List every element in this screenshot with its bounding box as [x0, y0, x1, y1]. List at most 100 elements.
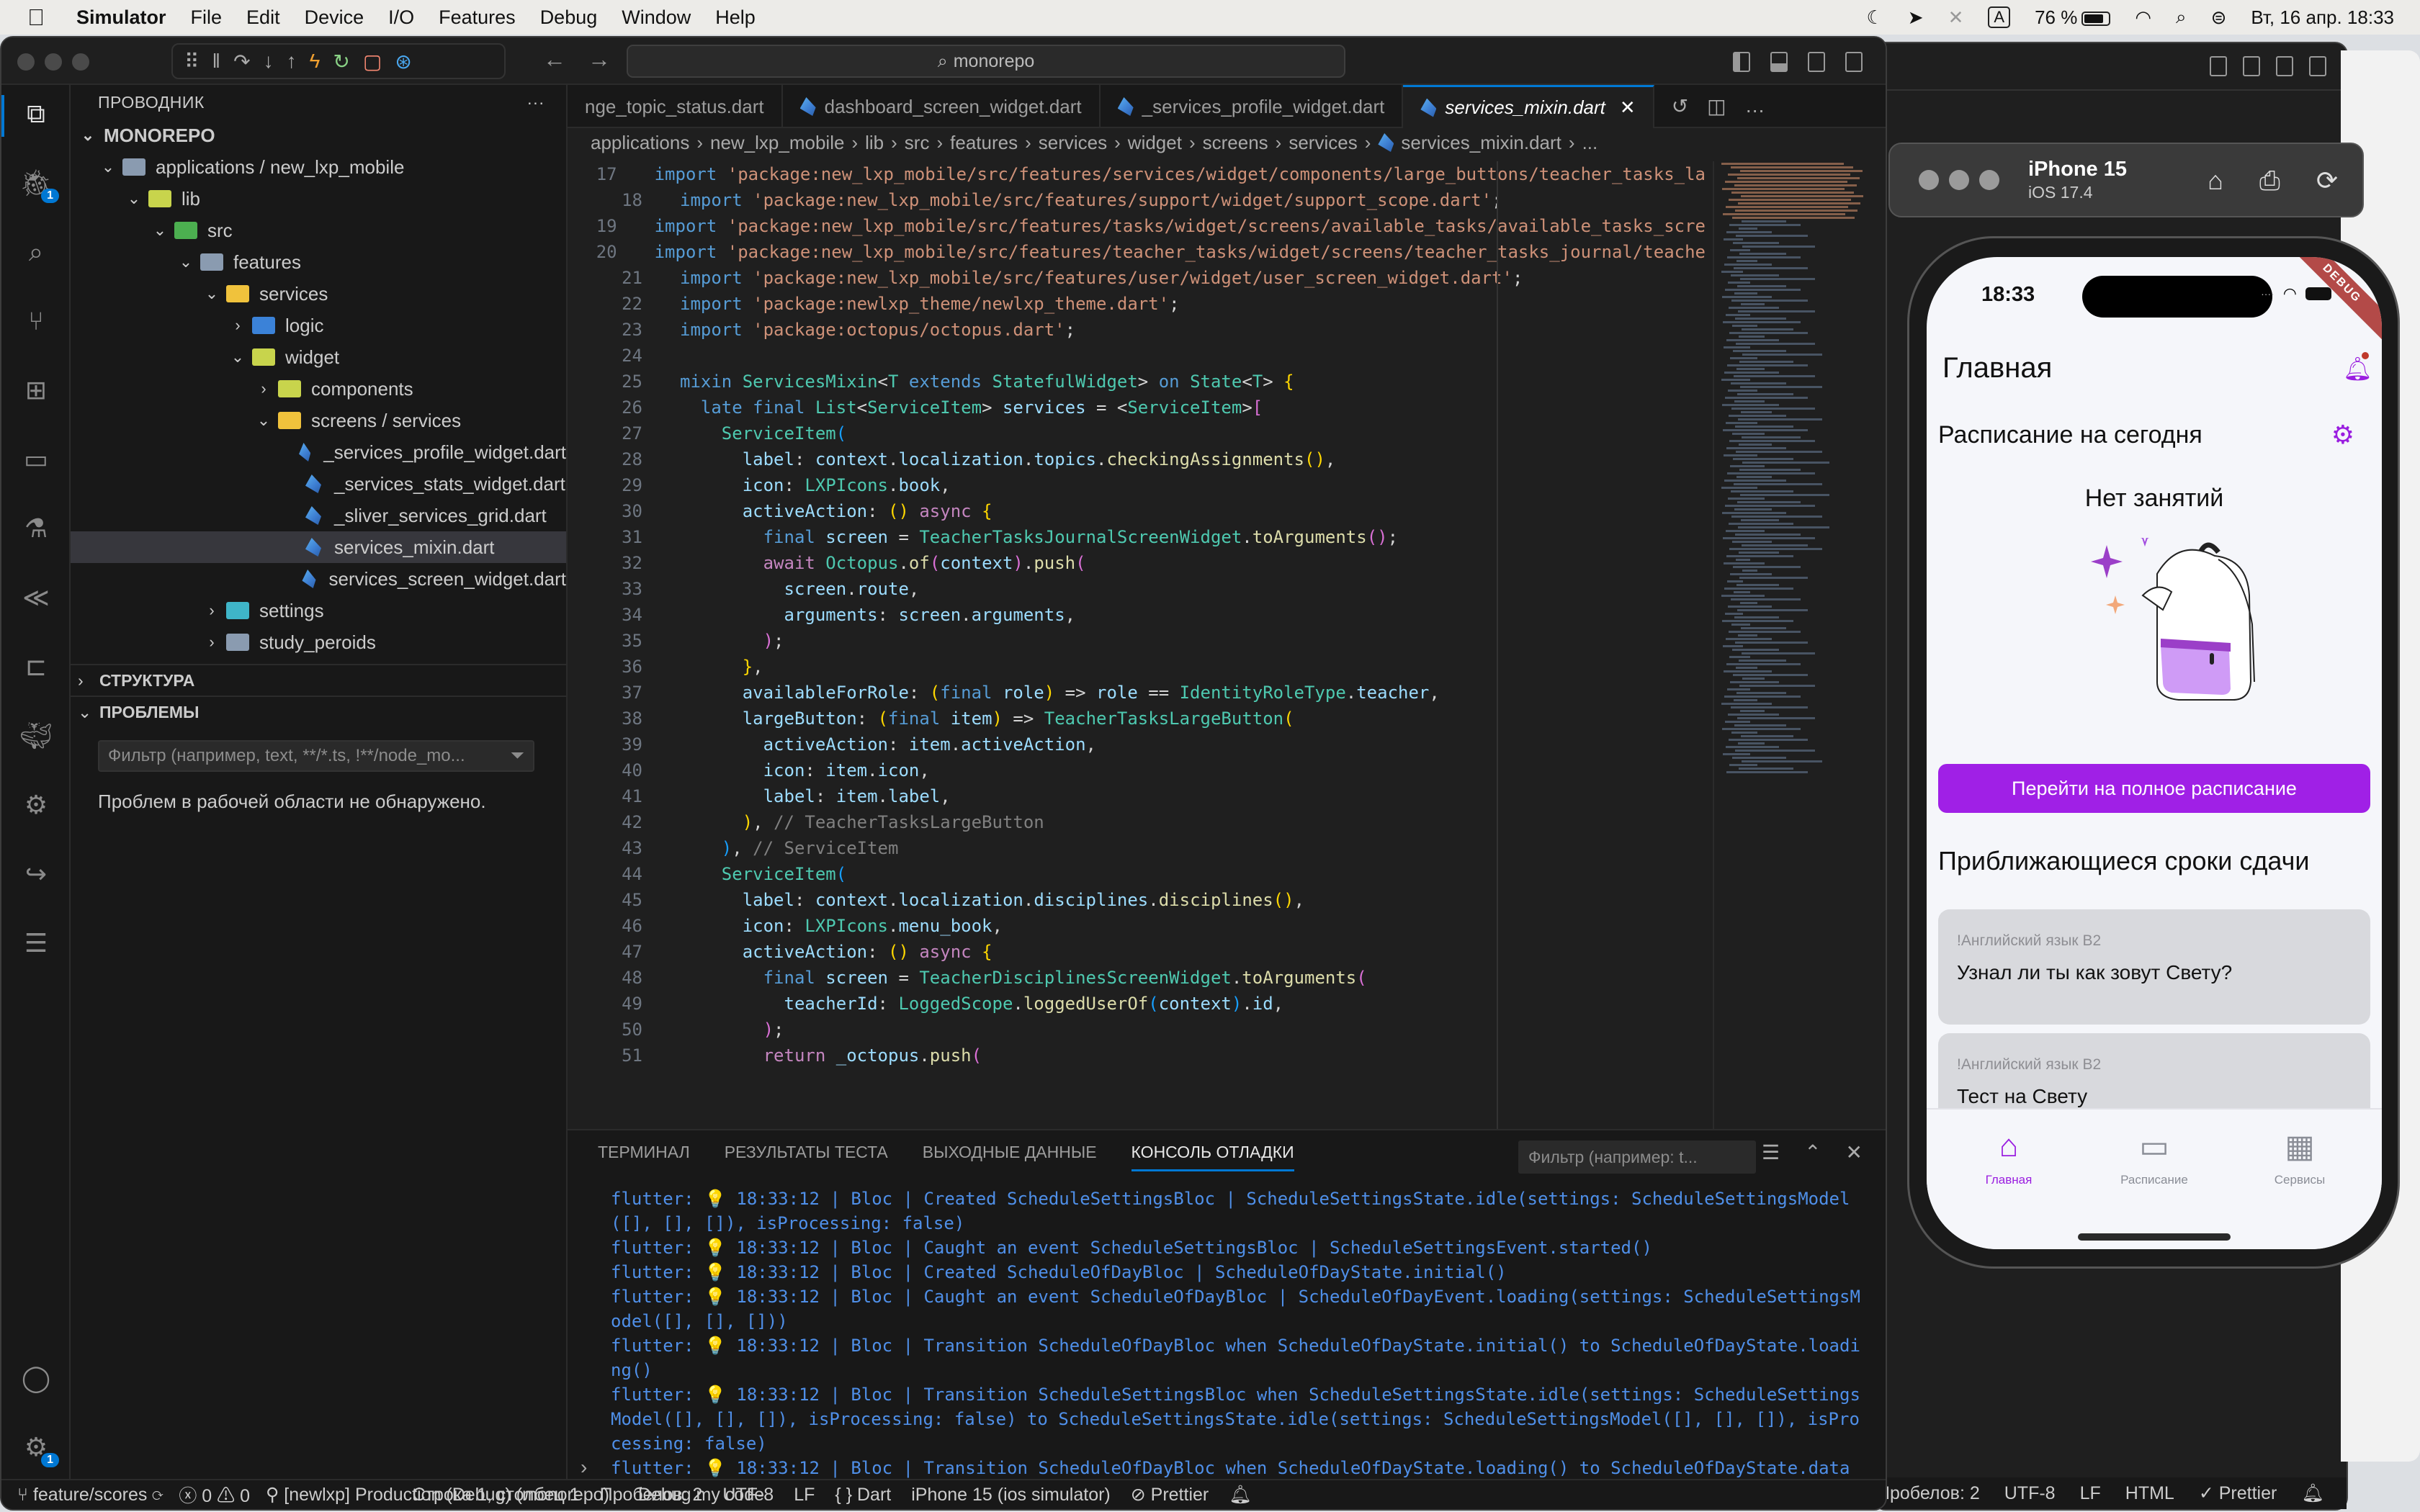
battery-indicator[interactable]: 76 %	[2035, 6, 2111, 29]
breadcrumb-item[interactable]: applications	[591, 132, 689, 154]
breadcrumb-item[interactable]: widget	[1128, 132, 1182, 154]
settings-sync-icon[interactable]: ⚙	[19, 788, 53, 822]
tree-item[interactable]: ⌄ src	[71, 215, 566, 246]
clear-console-icon[interactable]: ☰	[1762, 1140, 1780, 1164]
tree-item[interactable]: › settings	[71, 595, 566, 626]
timeline-icon[interactable]: ↺	[1672, 94, 1688, 118]
eol-status[interactable]: LF	[794, 1485, 815, 1506]
manage-gear-icon[interactable]: ⚙ 1	[19, 1430, 59, 1467]
toggle-sidebar-icon[interactable]	[2210, 56, 2227, 76]
close-window-button[interactable]	[17, 53, 35, 71]
filter-funnel-icon[interactable]: ⏷	[511, 746, 524, 766]
tree-item[interactable]: _sliver_services_grid.dart	[71, 500, 566, 531]
breadcrumb-item[interactable]: services_mixin.dart	[1401, 132, 1561, 154]
indentation-status[interactable]: Пробелов: 2	[600, 1485, 703, 1506]
tab-terminal[interactable]: ТЕРМИНАЛ	[598, 1143, 690, 1162]
app-screen[interactable]: 18:33 ···· ◠ DEBUG Главная 🔔︎ Расписание…	[1927, 257, 2382, 1249]
sim-close-button[interactable]	[1919, 170, 1939, 190]
bg-status-prettier[interactable]: ✓ Prettier	[2199, 1482, 2277, 1504]
extensions-icon[interactable]: ⊞	[19, 373, 53, 408]
stop-icon[interactable]: ▢	[363, 50, 382, 73]
wifi-icon[interactable]: ◠	[2135, 6, 2151, 29]
toggle-panel-icon[interactable]	[2243, 56, 2260, 76]
menubar-clock[interactable]: Вт, 16 апр. 18:33	[2251, 6, 2394, 29]
focus-moon-icon[interactable]: ☾	[1866, 6, 1883, 29]
bg-status-language[interactable]: HTML	[2125, 1483, 2174, 1504]
tree-item[interactable]: ⌄ screens / services	[71, 405, 566, 436]
full-schedule-button[interactable]: Перейти на полное расписание	[1938, 764, 2370, 813]
menu-file[interactable]: File	[191, 6, 223, 29]
step-into-icon[interactable]: ↓	[264, 50, 274, 73]
workspace-root[interactable]: ⌄ MONOREPO	[71, 120, 566, 151]
menu-io[interactable]: I/O	[388, 6, 414, 29]
bg-status-spaces[interactable]: Пробелов: 2	[1877, 1483, 1980, 1504]
testing-flask-icon[interactable]: ⚗	[19, 511, 53, 546]
accounts-icon[interactable]: ◯	[19, 1361, 53, 1395]
breadcrumb-item[interactable]: ...	[1582, 132, 1598, 154]
notifications-bell-icon[interactable]: 🔔︎	[2343, 355, 2372, 382]
menu-app[interactable]: Simulator	[76, 6, 166, 29]
dependencies-icon[interactable]: ⊏	[19, 649, 53, 684]
control-center-icon[interactable]: ⊜	[2211, 6, 2227, 29]
menu-device[interactable]: Device	[305, 6, 364, 29]
tree-item[interactable]: ⌄ services	[71, 278, 566, 310]
apple-icon[interactable]: 	[27, 4, 49, 31]
go-forward-icon[interactable]: →	[588, 46, 611, 73]
notifications-bell-icon[interactable]: 🔔︎	[1229, 1485, 1252, 1506]
nav-item-home[interactable]: ⌂ Главная	[1937, 1128, 2081, 1187]
maximize-panel-icon[interactable]: ⌃	[1804, 1140, 1821, 1164]
close-tab-icon[interactable]: ✕	[1620, 96, 1636, 119]
toggle-panel-icon[interactable]	[1770, 52, 1788, 72]
breadcrumb-item[interactable]: new_lxp_mobile	[710, 132, 844, 154]
close-panel-icon[interactable]: ✕	[1846, 1140, 1863, 1164]
hot-reload-icon[interactable]: ϟ	[310, 50, 321, 73]
more-actions-icon[interactable]: …	[1745, 94, 1765, 117]
tree-item[interactable]: › logic	[71, 310, 566, 341]
share-icon[interactable]: ↪	[19, 857, 53, 891]
breadcrumb-item[interactable]: screens	[1203, 132, 1268, 154]
customize-layout-icon[interactable]	[2309, 56, 2326, 76]
bg-status-encoding[interactable]: UTF-8	[2004, 1483, 2056, 1504]
problems-status[interactable]: ⓧ 0 ⚠ 0	[179, 1482, 250, 1508]
location-icon[interactable]: ➤	[1908, 6, 1924, 29]
prettier-status[interactable]: ⊘ Prettier	[1131, 1484, 1209, 1506]
problems-filter-input[interactable]: Фильтр (например, text, **/*.ts, !**/nod…	[98, 740, 534, 772]
input-source-indicator[interactable]: A	[1988, 6, 2011, 28]
editor-scrollbar[interactable]	[1868, 161, 1886, 1129]
deadline-card[interactable]: !Английский язык B2 Узнал ли ты как зову…	[1938, 909, 2370, 1025]
sim-zoom-button[interactable]	[1979, 170, 1999, 190]
tree-item[interactable]: ⌄ applications / new_lxp_mobile	[71, 151, 566, 183]
step-out-icon[interactable]: ↑	[287, 50, 297, 73]
tree-item[interactable]: › components	[71, 373, 566, 405]
bluetooth-off-icon[interactable]: ✕	[1948, 6, 1964, 29]
screenshot-camera-icon[interactable]: ⎙	[2259, 166, 2280, 197]
flutter-icon[interactable]: ≪	[19, 580, 53, 615]
explorer-icon[interactable]: ⧉	[19, 96, 53, 131]
step-over-icon[interactable]: ↷	[233, 50, 250, 73]
drag-handle-icon[interactable]: ⠿	[184, 50, 200, 73]
tab-test-results[interactable]: РЕЗУЛЬТАТЫ ТЕСТА	[725, 1143, 888, 1162]
tree-item[interactable]: _services_profile_widget.dart	[71, 436, 566, 468]
search-icon[interactable]: ⌕	[19, 235, 53, 269]
split-editor-icon[interactable]: ◫	[1707, 94, 1726, 118]
toggle-secondary-sidebar-icon[interactable]	[1808, 52, 1825, 72]
nav-item-services[interactable]: ▦ Сервисы	[2228, 1128, 2372, 1187]
breadcrumb-item[interactable]: services	[1289, 132, 1357, 154]
breadcrumb-item[interactable]: features	[950, 132, 1018, 154]
rotate-device-icon[interactable]: ⟳	[2316, 166, 2338, 197]
bg-status-eol[interactable]: LF	[2080, 1483, 2101, 1504]
toggle-primary-sidebar-icon[interactable]	[1733, 52, 1750, 72]
go-back-icon[interactable]: ←	[543, 46, 566, 73]
menu-help[interactable]: Help	[715, 6, 756, 29]
tree-item[interactable]: ⌄ features	[71, 246, 566, 278]
explorer-more-actions-icon[interactable]: ···	[527, 93, 544, 112]
menu-edit[interactable]: Edit	[246, 6, 280, 29]
menu-features[interactable]: Features	[439, 6, 516, 29]
tree-item[interactable]: ›support	[71, 658, 566, 665]
tree-item[interactable]: › study_peroids	[71, 626, 566, 658]
command-center-search[interactable]: ⌕ monorepo	[627, 45, 1345, 78]
tab-services-mixin[interactable]: services_mixin.dart ✕	[1403, 85, 1654, 128]
tree-item[interactable]: ⌄ lib	[71, 183, 566, 215]
nav-item-schedule[interactable]: ▭ Расписание	[2082, 1128, 2226, 1187]
tree-item[interactable]: ⌄ widget	[71, 341, 566, 373]
